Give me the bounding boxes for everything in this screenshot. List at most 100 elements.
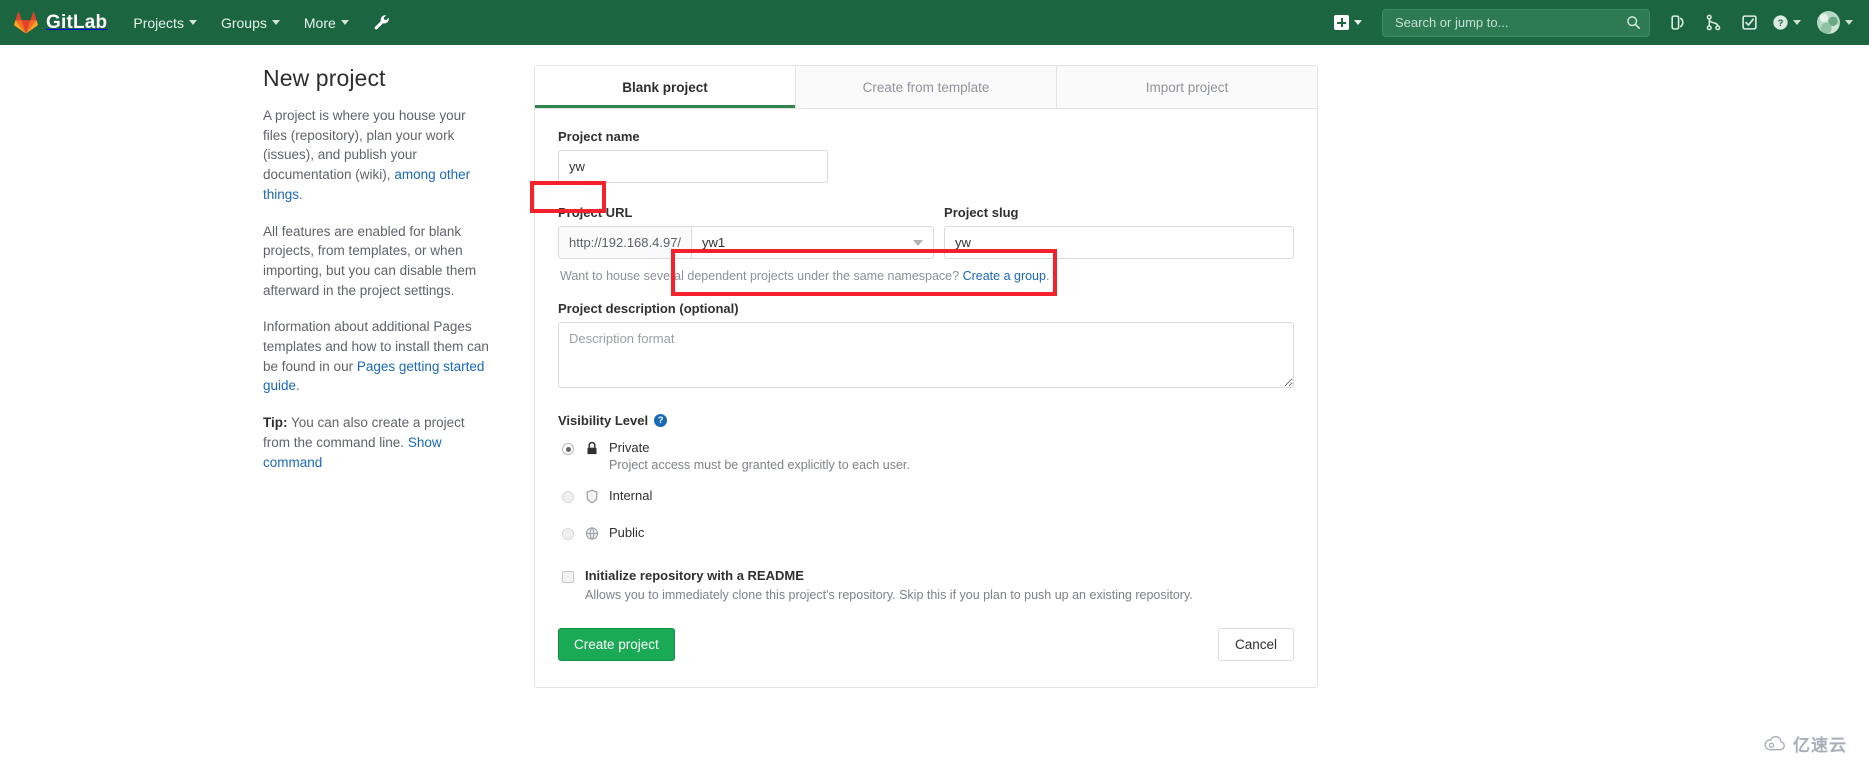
question-mark-icon[interactable]: ? xyxy=(654,414,668,427)
help-button[interactable]: ? xyxy=(1768,14,1807,31)
create-new-button[interactable] xyxy=(1324,7,1372,38)
project-url-prefix: http://192.168.4.97/ xyxy=(558,226,692,259)
project-url-input-group: http://192.168.4.97/ yw1 xyxy=(558,226,935,259)
watermark-text: 亿速云 xyxy=(1793,736,1847,755)
nav-item-groups[interactable]: Groups xyxy=(209,3,292,43)
visibility-public-body: Public xyxy=(609,525,644,540)
page-title: New project xyxy=(263,65,386,91)
nav-item-more-label: More xyxy=(303,14,336,31)
visibility-option-private[interactable]: Private Project access must be granted e… xyxy=(558,440,1294,472)
todo-checkbox-icon xyxy=(1741,15,1757,30)
issues-icon xyxy=(1670,15,1684,30)
project-type-tabs: Blank project Create from template Impor… xyxy=(535,66,1317,109)
issues-button[interactable] xyxy=(1660,6,1694,40)
tab-blank-project[interactable]: Blank project xyxy=(535,66,796,108)
tab-import-project-label: Import project xyxy=(1145,80,1229,95)
project-description-group: Project description (optional) xyxy=(558,301,1294,393)
namespace-hint: Want to house several dependent projects… xyxy=(560,269,1294,283)
user-avatar-icon xyxy=(1817,11,1840,34)
visibility-internal-body: Internal xyxy=(609,488,652,503)
project-description-label: Project description (optional) xyxy=(558,301,739,316)
project-name-label: Project name xyxy=(558,129,640,144)
admin-area-button[interactable] xyxy=(361,4,402,41)
form-actions: Create project Cancel xyxy=(558,628,1294,661)
intro-paragraph-2: All features are enabled for blank proje… xyxy=(263,223,477,298)
project-description-textarea[interactable] xyxy=(558,322,1294,388)
chevron-down-icon xyxy=(271,20,280,25)
merge-request-icon xyxy=(1706,14,1720,31)
intro-p1-text-b: . xyxy=(299,186,303,202)
tab-create-from-template-label: Create from template xyxy=(862,80,990,95)
svg-text:?: ? xyxy=(1778,18,1784,29)
visibility-public-name: Public xyxy=(609,525,645,540)
visibility-radio-internal[interactable] xyxy=(562,491,574,503)
tab-create-from-template[interactable]: Create from template xyxy=(796,66,1057,108)
namespace-hint-end: . xyxy=(1045,269,1050,283)
project-url-label: Project URL xyxy=(558,205,633,220)
project-url-row: Project URL http://192.168.4.97/ yw1 Pro… xyxy=(558,205,1294,259)
chevron-down-icon xyxy=(1793,20,1801,25)
wrench-icon xyxy=(374,15,389,30)
question-circle-icon: ? xyxy=(1773,15,1788,30)
global-search[interactable] xyxy=(1382,8,1650,37)
visibility-level-label: Visibility Level xyxy=(558,413,649,428)
namespace-select[interactable]: yw1 xyxy=(691,226,935,259)
project-slug-input[interactable] xyxy=(944,226,1294,259)
watermark: 亿速云 xyxy=(1762,731,1847,756)
cloud-icon xyxy=(1764,735,1785,750)
project-slug-group: Project slug xyxy=(944,205,1294,259)
search-icon[interactable] xyxy=(1626,15,1641,30)
initialize-readme-checkbox[interactable] xyxy=(562,571,574,583)
create-project-button[interactable]: Create project xyxy=(558,628,675,661)
cancel-button[interactable]: Cancel xyxy=(1217,628,1294,661)
brand-name: GitLab xyxy=(46,11,108,33)
initialize-readme-label: Initialize repository with a README xyxy=(585,568,804,583)
search-input[interactable] xyxy=(1393,14,1626,31)
visibility-internal-name: Internal xyxy=(609,488,653,503)
new-project-card: Blank project Create from template Impor… xyxy=(530,65,1318,688)
project-slug-label: Project slug xyxy=(944,205,1019,220)
namespace-hint-text: Want to house several dependent projects… xyxy=(560,269,963,283)
intro-paragraph-3: Information about additional Pages templ… xyxy=(263,317,491,396)
navbar-right-group: ? xyxy=(1324,6,1857,40)
new-project-intro: New project A project is where you house… xyxy=(263,65,515,688)
plus-square-icon xyxy=(1334,15,1349,30)
page-body: New project A project is where you house… xyxy=(0,45,1869,688)
chevron-down-icon xyxy=(188,20,197,25)
intro-paragraph-1: A project is where you house your files … xyxy=(263,106,491,205)
project-url-group: Project URL http://192.168.4.97/ yw1 xyxy=(558,205,935,259)
create-a-group-link[interactable]: Create a group xyxy=(963,269,1046,283)
globe-icon xyxy=(585,526,601,546)
project-name-input[interactable] xyxy=(558,150,828,183)
new-project-form: Project name Project URL http://192.168.… xyxy=(535,109,1317,687)
chevron-down-icon xyxy=(1354,20,1362,25)
intro-tip: Tip: You can also create a project from … xyxy=(263,413,491,472)
initialize-readme-description: Allows you to immediately clone this pro… xyxy=(585,588,1193,602)
visibility-option-internal[interactable]: Internal xyxy=(558,488,1294,509)
gitlab-home-link[interactable]: GitLab xyxy=(8,11,121,35)
initialize-readme-row[interactable]: Initialize repository with a README Allo… xyxy=(558,568,1294,602)
navbar-left-group: GitLab Projects Groups More xyxy=(8,3,402,43)
visibility-level-title: Visibility Level ? xyxy=(558,413,1294,428)
shield-icon xyxy=(585,489,601,509)
todos-button[interactable] xyxy=(1732,6,1766,40)
nav-item-groups-label: Groups xyxy=(220,14,267,31)
merge-requests-button[interactable] xyxy=(1696,6,1730,40)
initialize-readme-body: Initialize repository with a README Allo… xyxy=(585,568,1193,602)
tab-blank-project-label: Blank project xyxy=(622,80,708,95)
nav-item-projects-label: Projects xyxy=(133,14,184,31)
tab-import-project[interactable]: Import project xyxy=(1057,66,1317,108)
visibility-private-body: Private Project access must be granted e… xyxy=(609,440,910,472)
visibility-radio-private[interactable] xyxy=(562,443,574,455)
nav-item-more[interactable]: More xyxy=(292,3,361,43)
chevron-down-icon xyxy=(1845,20,1853,25)
nav-item-projects[interactable]: Projects xyxy=(121,3,209,43)
namespace-select-value: yw1 xyxy=(702,235,726,250)
top-navbar: GitLab Projects Groups More Search or ju… xyxy=(0,0,1869,45)
visibility-option-public[interactable]: Public xyxy=(558,525,1294,546)
intro-p3-text-b: . xyxy=(296,378,300,394)
user-menu-button[interactable] xyxy=(1809,11,1857,34)
visibility-radio-public[interactable] xyxy=(562,528,574,540)
